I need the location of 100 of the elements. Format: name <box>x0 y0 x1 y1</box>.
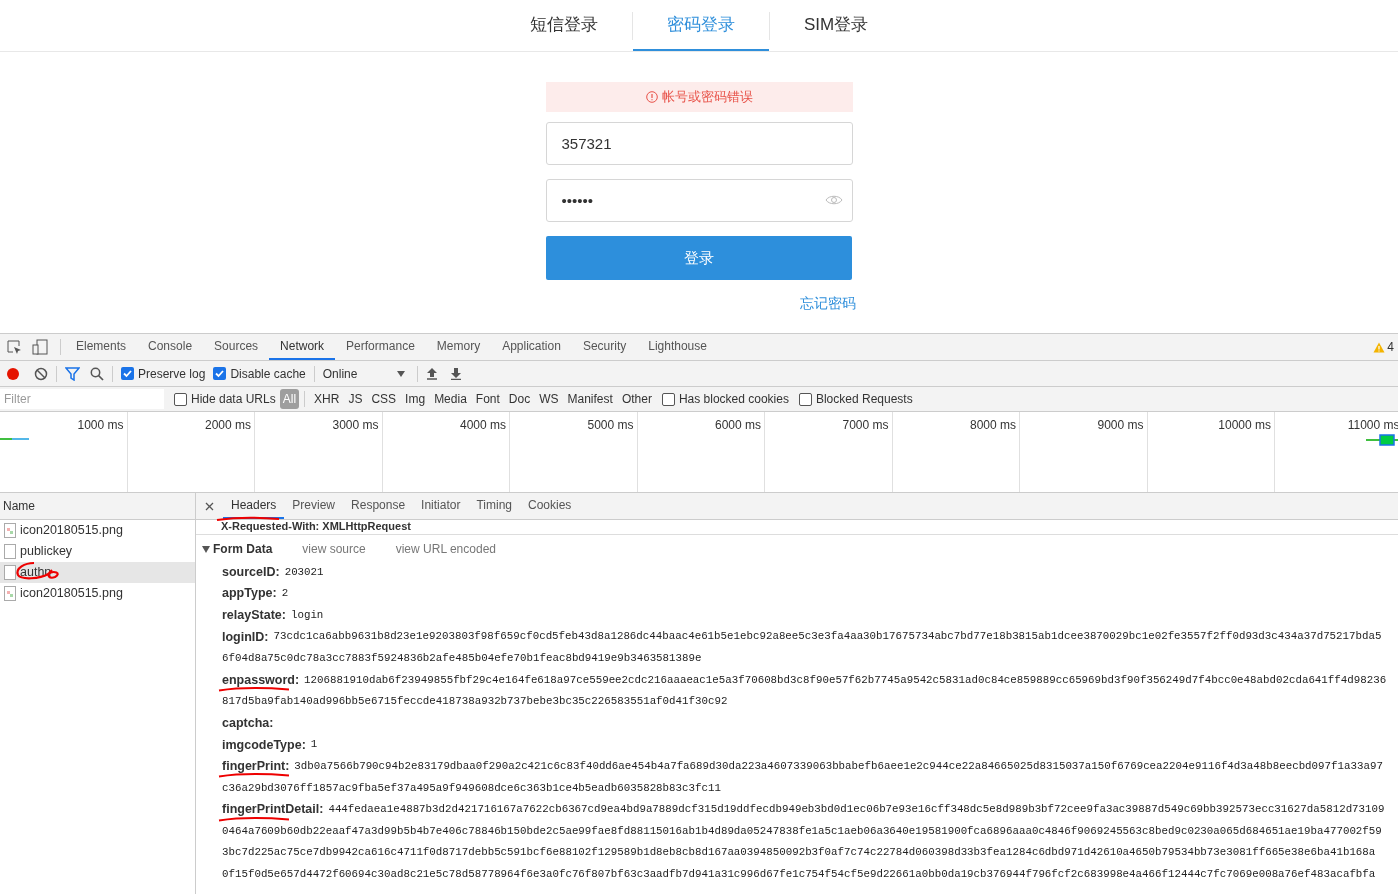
section-toggle[interactable]: Form Data <box>202 540 273 558</box>
type-filter[interactable]: Manifest <box>567 390 613 408</box>
warning-icon <box>1373 341 1386 353</box>
timeline-label: 5000 ms <box>587 417 634 432</box>
devtools-tab[interactable]: Console <box>137 334 204 360</box>
login-tab[interactable]: 短信登录 <box>495 0 632 51</box>
upload-icon[interactable] <box>426 367 439 380</box>
search-icon[interactable] <box>90 366 104 381</box>
type-filter[interactable]: Media <box>434 390 467 408</box>
timeline-label: 2000 ms <box>204 417 251 432</box>
timeline-label: 10000 ms <box>1218 417 1271 432</box>
type-filter[interactable]: CSS <box>371 390 397 408</box>
type-filter[interactable]: WS <box>539 390 559 408</box>
login-tab[interactable]: SIM登录 <box>769 0 903 51</box>
detail-tab[interactable]: Preview <box>284 493 344 519</box>
error-message: 帐号或密码错误 <box>545 82 853 112</box>
record-icon[interactable] <box>6 366 20 381</box>
field-value: 2 <box>281 586 289 602</box>
devtools-tab[interactable]: Lighthouse <box>637 334 718 360</box>
request-row[interactable]: authn <box>0 562 195 583</box>
download-icon[interactable] <box>450 367 463 380</box>
checkbox[interactable] <box>798 392 812 406</box>
waterfall-bar-icon <box>1366 434 1398 446</box>
checkbox-label: Has blocked cookies <box>678 391 789 408</box>
field-key: fingerPrintDetail: <box>222 802 324 817</box>
type-filter[interactable]: XHR <box>314 390 340 408</box>
field-value: 1206881910dab6f23949855fbf29c4e164fe618a97ce559ee2cdc216aaaeac1e5a3f70608bd3c8f90e57f62b7745a9542c5831ad0c84ce859889cc65969bd3f90f356249d7f4bcc0e48abd02cda641ff4d98236 <box>304 672 1387 688</box>
devtools-tab[interactable]: Security <box>571 334 638 360</box>
type-filter[interactable]: JS <box>348 390 363 408</box>
password-field[interactable]: •••••• <box>545 179 853 222</box>
checkbox-label: Blocked Requests <box>815 391 913 408</box>
field-value: 0f15f0d5e657d4472f60694c30ad8c21e5c78d58778964f6e3a0fc76f807bf63c3aadfb7d941a31c996d67fe1c754f54cf5e9d22661a0bb0da19cb376944f796fcf2c683998e4a466f12444c7fc7069e008a76ef483acafbfa <box>222 867 1376 882</box>
checkbox-label: Disable cache <box>230 365 306 383</box>
field-value: 0464a7609b60db22eaaf47a3d99b5b4b7e406c78846b150bde2c5ae99fae8fd88115016ab1b4d89da05247838fe1a5c1aeb06a3640e19581900fca6896aaa0c4846f9069245563c8bed9c0230a065d684651ae19ba477002f59 <box>222 823 1382 839</box>
detail-tab[interactable]: Cookies <box>520 493 580 519</box>
underline-annotation <box>216 516 280 522</box>
field-value: 1 <box>310 737 318 753</box>
image-file-icon <box>4 586 16 601</box>
type-filter[interactable]: Font <box>475 390 500 408</box>
view-link[interactable]: view URL encoded <box>395 540 496 558</box>
inspect-icon[interactable] <box>7 339 22 355</box>
type-filter[interactable]: Doc <box>508 390 531 408</box>
close-icon[interactable] <box>205 501 214 511</box>
type-filter[interactable]: Img <box>405 390 426 408</box>
type-filter[interactable]: Other <box>621 390 652 408</box>
timeline-label: 9000 ms <box>1097 417 1144 432</box>
detail-tab[interactable]: Response <box>343 493 414 519</box>
timeline-label: 8000 ms <box>969 417 1016 432</box>
field-value: 3bc7d225ac75ce7db9942ca616c4711f0d8717debb5c591bcf6e88102f129589b1d8eb8cb8d167aa0394850092b3f0af7c74c22784d060398d33b3fea1284c6dbd971d42610a4650b79534bb73e3081ff665e38e6ba41b168a <box>222 845 1376 861</box>
timeline-label: 6000 ms <box>714 417 761 432</box>
field-key: fingerPrint: <box>222 759 290 774</box>
dropdown-caret-icon <box>397 370 406 377</box>
field-value: 817d5ba9fab140ad996bb5e6715feccde418738a932b737bebe3bc35c226583551af0d41f30c92 <box>222 694 728 710</box>
triangle-icon <box>202 545 210 553</box>
detail-tab[interactable]: Timing <box>468 493 520 519</box>
field-key: captcha: <box>222 715 274 730</box>
detail-tab[interactable]: Initiator <box>413 493 469 519</box>
field-key: loginID: <box>222 629 269 644</box>
waterfall-bar-icon <box>0 437 30 441</box>
warning-icon <box>645 91 658 103</box>
document-icon <box>4 544 16 559</box>
field-value: 6f04d8a75c0dc78a3cc7883f5924836b2afe485b04efe70b1feac8bd9419e9b3463581389e <box>222 651 702 667</box>
timeline-label: 3000 ms <box>332 417 379 432</box>
devtools-tab[interactable]: Memory <box>425 334 492 360</box>
checkbox[interactable] <box>213 367 227 380</box>
field-value: 444fedaea1e4887b3d2d421716167a7622cb6367cd9ea4bd9a7889dcf315d19ddfecdb949eb3bd0d1ec06b7e93e16cff348dc5e8d989b3bf72cee9fa3ac39887d549c69bb392573ecc31627da5812d73109 <box>328 802 1385 818</box>
field-value: 73cdc1ca6abb9631b8d23e1e9203803f98f659cf0cd5feb43d8a1286dc44baac4e61b5e1ebc92a8ee5c3e3fa4aa30b17675734abc7bd77e18b3815ab1dcee3870029bc1e02fe3557f2ff0d93d3c434a37d75217bda5 <box>273 629 1382 645</box>
forgot-password-link[interactable]: 忘记密码 <box>799 293 856 314</box>
warning-count[interactable]: 4 <box>1373 334 1398 360</box>
checkbox[interactable] <box>121 367 134 380</box>
header-row: X-Requested-With: XMLHttpRequest <box>221 520 411 533</box>
username-field[interactable]: 357321 <box>545 122 853 165</box>
checkbox[interactable] <box>174 392 187 406</box>
field-value: login <box>290 607 324 623</box>
column-header: Name <box>0 493 195 520</box>
checkbox-label: Preserve log <box>138 365 206 383</box>
timeline-label: 4000 ms <box>459 417 506 432</box>
throttling-dropdown[interactable]: Online <box>322 364 406 383</box>
timeline-label: 1000 ms <box>77 417 124 432</box>
field-key: imgcodeType: <box>222 737 306 752</box>
field-key: enpassword: <box>222 672 300 687</box>
devtools-tab[interactable]: Performance <box>335 334 426 360</box>
devtools-tab[interactable]: Application <box>491 334 572 360</box>
document-icon <box>4 565 16 580</box>
field-value: 203021 <box>284 564 324 580</box>
field-key: appType: <box>222 586 277 601</box>
device-icon[interactable] <box>32 339 48 355</box>
image-file-icon <box>4 523 16 538</box>
filter-field[interactable]: Filter <box>0 389 164 409</box>
devtools-tab[interactable]: Sources <box>203 334 270 360</box>
login-tab[interactable]: 密码登录 <box>632 0 769 51</box>
devtools-tab[interactable]: Elements <box>65 334 138 360</box>
detail-tab[interactable]: Headers <box>223 493 285 519</box>
checkbox-label: Hide data URLs <box>191 391 276 408</box>
clear-icon[interactable] <box>34 366 48 381</box>
filter-icon[interactable] <box>65 366 80 381</box>
field-value: 3db0a7566b790c94b2e83179dbaa0f290a2c421c6c83f40dd6ae454b4a7fa689d30da223a4607339063bbabefb6aee1e2c944ce22a84665025d8315037a150f6769cea2204e9116f4d3a48b8eecbd097f1a33a97 <box>294 759 1383 775</box>
field-value: c36a29bd3076ff1857ac9fba5ef37a495a9f949608dce6c363b1ce4b5eadb6035828b83c3fc11 <box>222 780 721 796</box>
checkbox[interactable] <box>661 392 675 406</box>
view-link[interactable]: view source <box>302 540 366 558</box>
